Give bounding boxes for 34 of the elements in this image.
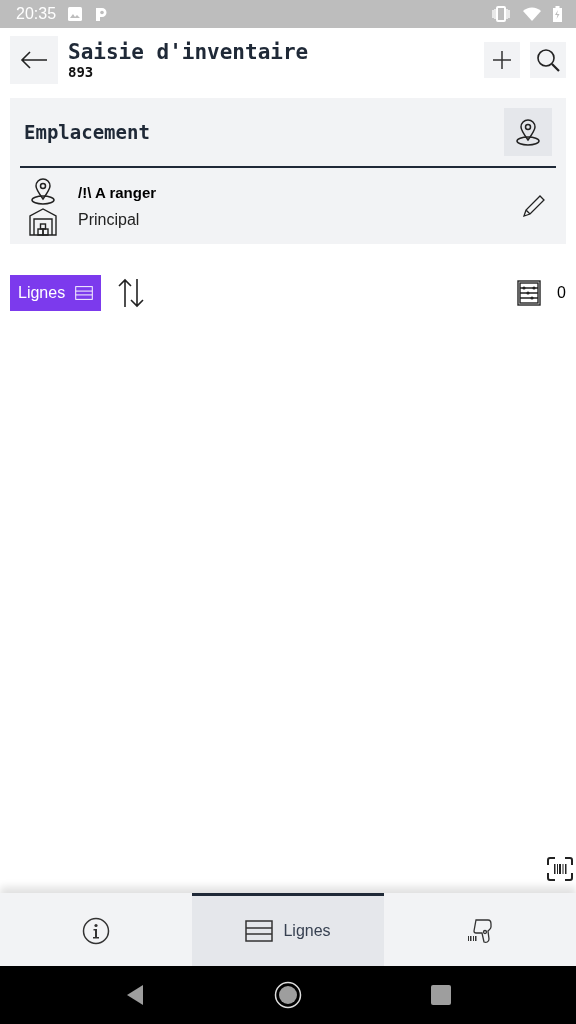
warehouse-icon [28, 208, 58, 236]
search-icon [536, 48, 560, 72]
plus-icon [492, 50, 512, 70]
nav-home-icon[interactable] [274, 981, 302, 1009]
section-heading: Emplacement [24, 121, 150, 143]
line-count: 0 [557, 284, 566, 302]
page-subtitle: 893 [68, 64, 95, 80]
nav-recents-icon[interactable] [431, 985, 452, 1005]
page-title: Saisie d'inventaire [68, 40, 310, 64]
search-button[interactable] [530, 42, 566, 78]
image-icon [68, 7, 83, 21]
location-name: /!\ A ranger [78, 183, 158, 201]
vibrate-icon [491, 6, 511, 22]
pencil-icon[interactable] [522, 194, 546, 218]
sort-icon[interactable] [117, 278, 146, 308]
back-arrow-icon [20, 50, 48, 70]
lines-icon [245, 920, 274, 942]
abacus-icon [517, 280, 542, 306]
lines-icon [75, 286, 94, 300]
location-button[interactable] [504, 108, 552, 156]
parking-icon [94, 6, 109, 22]
location-pin-icon [28, 176, 58, 206]
barcode-scan-icon[interactable] [547, 857, 573, 881]
barcode-scanner-icon [466, 917, 494, 945]
info-icon [82, 917, 110, 945]
warehouse-name: Principal [78, 210, 141, 229]
back-button[interactable] [10, 36, 58, 84]
wifi-icon [523, 7, 541, 21]
battery-icon [553, 6, 562, 22]
lines-tab[interactable]: Lignes [192, 893, 384, 966]
location-pin-icon [513, 117, 543, 147]
status-time: 20:35 [16, 5, 57, 23]
lines-button[interactable]: Lignes [10, 275, 102, 311]
add-button[interactable] [484, 42, 520, 78]
